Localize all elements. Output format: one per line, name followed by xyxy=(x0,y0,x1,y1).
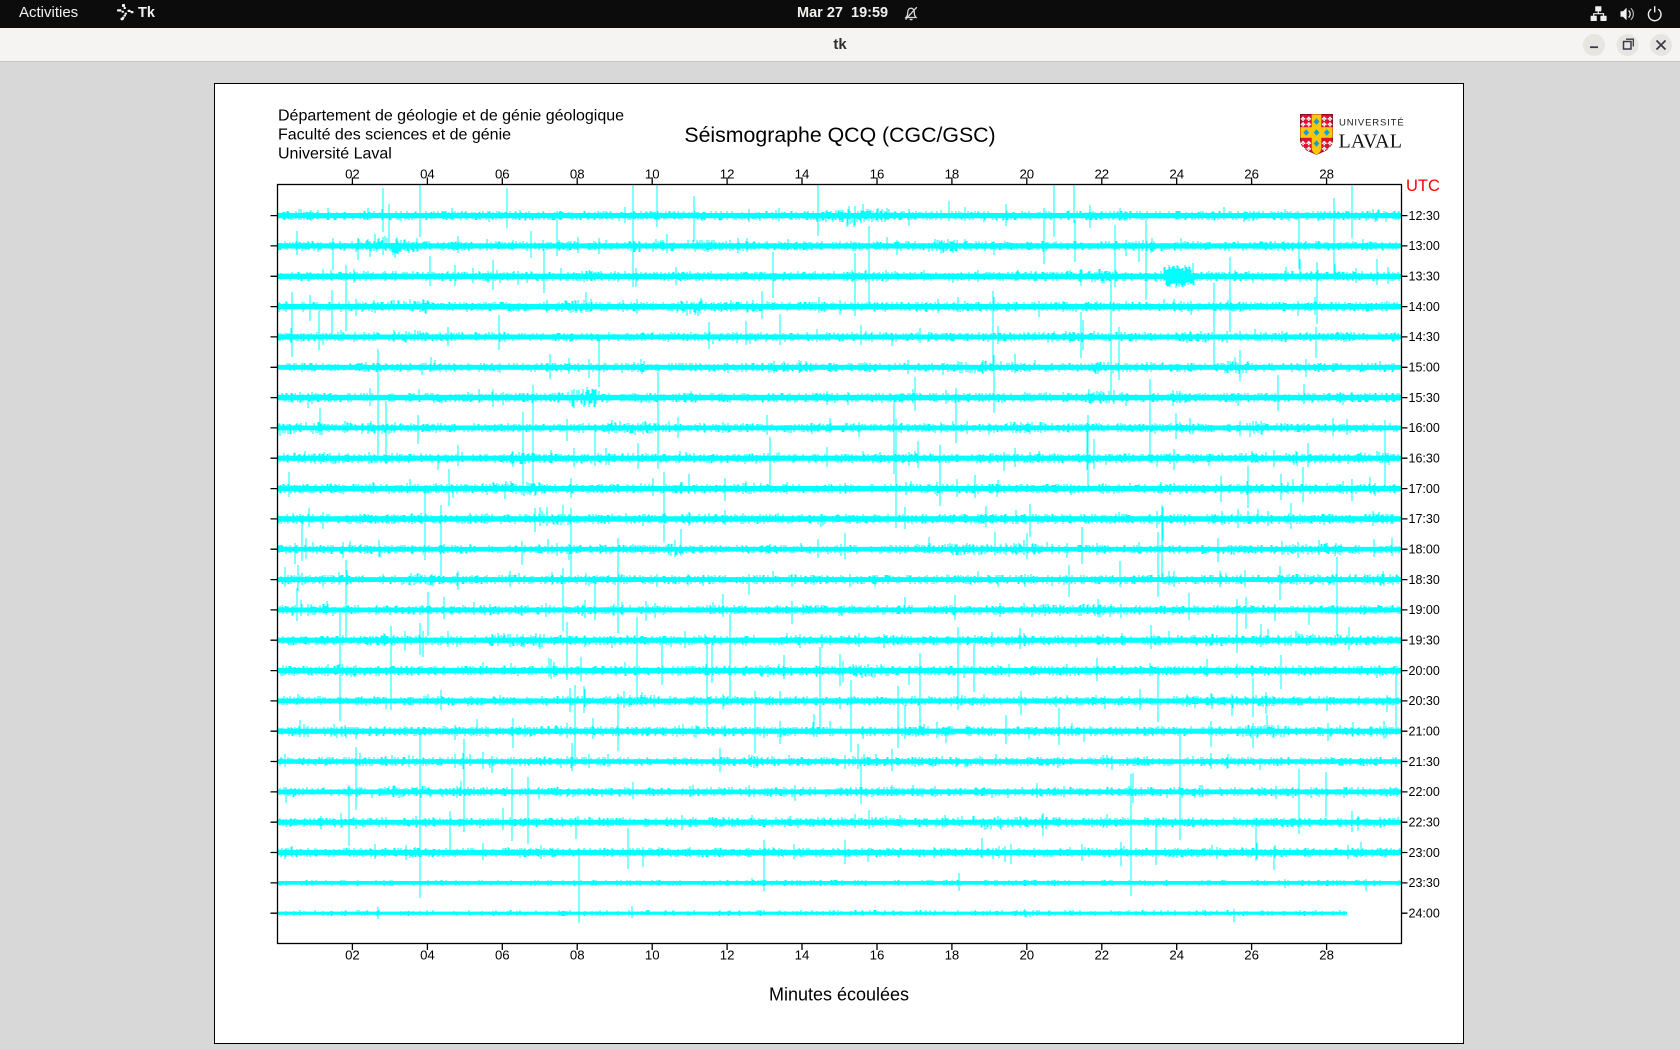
svg-text:24:00: 24:00 xyxy=(1409,907,1440,921)
svg-text:Faculté des sciences et de gén: Faculté des sciences et de génie xyxy=(278,126,511,143)
svg-text:22:30: 22:30 xyxy=(1409,816,1440,830)
svg-text:23:00: 23:00 xyxy=(1409,846,1440,860)
svg-text:19:00: 19:00 xyxy=(1409,603,1440,617)
svg-text:18:30: 18:30 xyxy=(1409,573,1440,587)
svg-text:17:00: 17:00 xyxy=(1409,482,1440,496)
svg-text:20:30: 20:30 xyxy=(1409,694,1440,708)
svg-text:21:30: 21:30 xyxy=(1409,755,1440,769)
svg-text:22:00: 22:00 xyxy=(1409,785,1440,799)
svg-text:19:30: 19:30 xyxy=(1409,634,1440,648)
svg-text:14:00: 14:00 xyxy=(1409,300,1440,314)
svg-text:12:30: 12:30 xyxy=(1409,209,1440,223)
svg-text:18:00: 18:00 xyxy=(1409,543,1440,557)
svg-text:15:30: 15:30 xyxy=(1409,391,1440,405)
svg-text:16:30: 16:30 xyxy=(1409,452,1440,466)
svg-text:23:30: 23:30 xyxy=(1409,876,1440,890)
svg-text:Minutes écoulées: Minutes écoulées xyxy=(769,985,909,1005)
svg-text:15:00: 15:00 xyxy=(1409,361,1440,375)
svg-text:Séismographe QCQ (CGC/GSC): Séismographe QCQ (CGC/GSC) xyxy=(684,123,995,147)
svg-text:21:00: 21:00 xyxy=(1409,725,1440,739)
svg-text:UNIVERSITÉ: UNIVERSITÉ xyxy=(1339,118,1405,129)
svg-text:UTC: UTC xyxy=(1406,177,1440,195)
svg-text:Université Laval: Université Laval xyxy=(278,145,392,162)
svg-text:16:00: 16:00 xyxy=(1409,421,1440,435)
svg-text:20:00: 20:00 xyxy=(1409,664,1440,678)
svg-text:LAVAL: LAVAL xyxy=(1339,131,1403,153)
svg-text:13:30: 13:30 xyxy=(1409,270,1440,284)
svg-text:13:00: 13:00 xyxy=(1409,239,1440,253)
svg-text:17:30: 17:30 xyxy=(1409,512,1440,526)
svg-text:14:30: 14:30 xyxy=(1409,330,1440,344)
svg-text:Département de géologie et de: Département de géologie et de génie géol… xyxy=(278,107,624,124)
